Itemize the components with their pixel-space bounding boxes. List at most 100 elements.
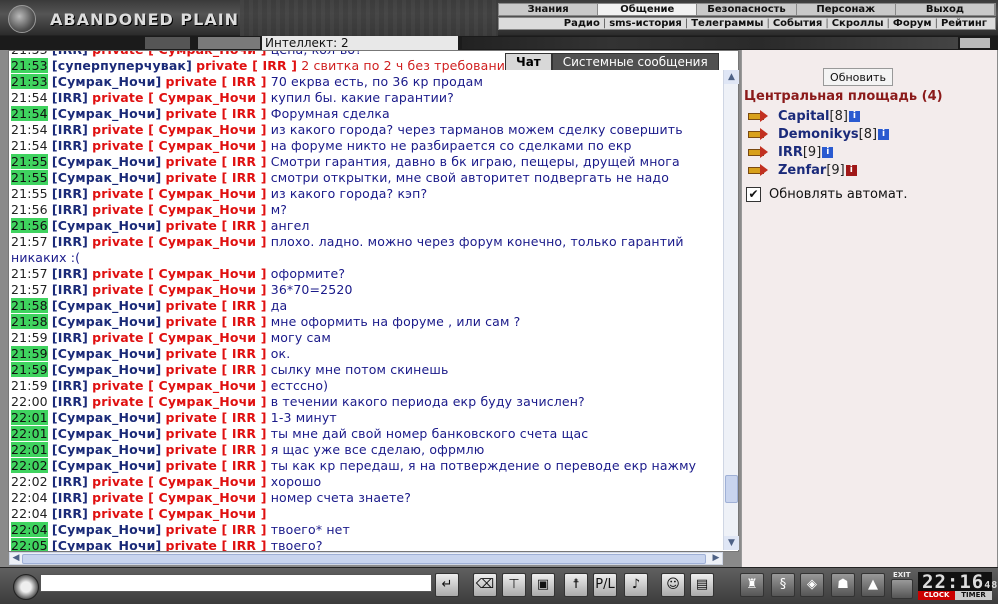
sub-menu-item[interactable]: Телеграммы: [691, 18, 763, 29]
main-menu-item[interactable]: Выход: [896, 4, 996, 15]
sender-nick[interactable]: [Сумрак_Ночи]: [52, 74, 161, 89]
scroll-down-arrow-icon[interactable]: ▼: [724, 536, 739, 550]
main-menu-item[interactable]: Безопасность: [697, 4, 797, 15]
sender-nick[interactable]: [IRR]: [52, 282, 88, 297]
private-message-arrow-icon[interactable]: [746, 127, 770, 141]
user-list-item[interactable]: IRR [9] i: [746, 144, 834, 160]
private-target[interactable]: private [ Сумрак_Ночи ]: [92, 186, 266, 201]
user-list-item[interactable]: Capital [8] i: [746, 108, 860, 124]
sender-nick[interactable]: [Сумрак_Ночи]: [52, 442, 161, 457]
private-target[interactable]: private [ Сумрак_Ночи ]: [92, 266, 266, 281]
timer-tab[interactable]: TIMER: [955, 591, 992, 600]
sub-menu-item[interactable]: Рейтинг: [941, 18, 987, 29]
private-target[interactable]: private [ IRR ]: [165, 314, 266, 329]
private-target[interactable]: private [ Сумрак_Ночи ]: [92, 474, 266, 489]
figure-icon[interactable]: ☨: [564, 573, 588, 597]
tab-chat[interactable]: Чат: [505, 53, 552, 70]
main-menu-item[interactable]: Знания: [499, 4, 599, 15]
sub-menu-item[interactable]: Радио: [564, 18, 600, 29]
sender-nick[interactable]: [суперпуперчувак]: [52, 58, 192, 73]
sender-nick[interactable]: [IRR]: [52, 474, 88, 489]
user-info-icon[interactable]: i: [822, 146, 834, 158]
private-target[interactable]: private [ Сумрак_Ночи ]: [92, 138, 266, 153]
private-target[interactable]: private [ IRR ]: [165, 298, 266, 313]
sender-nick[interactable]: [Сумрак_Ночи]: [52, 218, 161, 233]
scroll-left-arrow-icon[interactable]: ◀: [10, 553, 22, 564]
sender-nick[interactable]: [Сумрак_Ночи]: [52, 314, 161, 329]
private-target[interactable]: private [ Сумрак_Ночи ]: [92, 202, 266, 217]
private-target[interactable]: private [ IRR ]: [165, 154, 266, 169]
sender-nick[interactable]: [IRR]: [52, 51, 88, 57]
private-target[interactable]: private [ Сумрак_Ночи ]: [92, 506, 266, 521]
sender-nick[interactable]: [Сумрак_Ночи]: [52, 170, 161, 185]
private-target[interactable]: private [ IRR ]: [165, 170, 266, 185]
user-name[interactable]: IRR: [778, 145, 803, 160]
sender-nick[interactable]: [IRR]: [52, 506, 88, 521]
filter-icon[interactable]: ⊤: [502, 573, 526, 597]
auto-update-option[interactable]: ✔ Обновлять автомат.: [746, 187, 908, 202]
speaker-icon[interactable]: ▤: [690, 573, 714, 597]
exit-door-icon[interactable]: [891, 579, 913, 599]
sender-nick[interactable]: [IRR]: [52, 234, 88, 249]
sub-menu-item[interactable]: Скроллы: [832, 18, 884, 29]
private-target[interactable]: private [ IRR ]: [165, 426, 266, 441]
private-target[interactable]: private [ IRR ]: [165, 442, 266, 457]
user-list-item[interactable]: Demonikys [8] i: [746, 126, 890, 142]
chat-vertical-scrollbar[interactable]: ▲ ▼: [723, 70, 739, 550]
send-icon[interactable]: ↵: [435, 573, 459, 597]
user-info-icon[interactable]: i: [878, 128, 890, 140]
sender-nick[interactable]: [Сумрак_Ночи]: [52, 298, 161, 313]
sender-nick[interactable]: [Сумрак_Ночи]: [52, 538, 161, 551]
sender-nick[interactable]: [Сумрак_Ночи]: [52, 154, 161, 169]
sender-nick[interactable]: [IRR]: [52, 266, 88, 281]
private-target[interactable]: private [ Сумрак_Ночи ]: [92, 378, 266, 393]
sender-nick[interactable]: [Сумрак_Ночи]: [52, 410, 161, 425]
clock-tab[interactable]: CLOCK: [918, 591, 955, 600]
user-info-icon[interactable]: i: [848, 110, 860, 122]
chat-horizontal-scrollbar[interactable]: ◀ ▶: [9, 552, 723, 565]
private-target[interactable]: private [ Сумрак_Ночи ]: [92, 330, 266, 345]
private-target[interactable]: private [ IRR ]: [165, 106, 266, 121]
scrollbar-thumb[interactable]: [22, 554, 706, 564]
user-name[interactable]: Zenfar: [778, 163, 826, 178]
sender-nick[interactable]: [IRR]: [52, 186, 88, 201]
main-menu-item[interactable]: Персонаж: [797, 4, 896, 15]
main-menu-item[interactable]: Общение: [598, 4, 698, 15]
private-target[interactable]: private [ Сумрак_Ночи ]: [92, 90, 266, 105]
lock-icon[interactable]: ▲: [861, 573, 885, 597]
scroll-up-arrow-icon[interactable]: ▲: [724, 70, 739, 84]
helmet-icon[interactable]: ☗: [831, 573, 855, 597]
private-message-arrow-icon[interactable]: [746, 163, 770, 177]
private-target[interactable]: private [ IRR ]: [165, 458, 266, 473]
private-target[interactable]: private [ IRR ]: [165, 538, 266, 551]
sender-nick[interactable]: [Сумрак_Ночи]: [52, 522, 161, 537]
user-info-icon[interactable]: i: [845, 164, 857, 176]
private-target[interactable]: private [ IRR ]: [165, 346, 266, 361]
sender-nick[interactable]: [IRR]: [52, 202, 88, 217]
bag-icon[interactable]: ♜: [740, 573, 764, 597]
scroll-right-arrow-icon[interactable]: ▶: [710, 553, 722, 564]
sender-nick[interactable]: [IRR]: [52, 330, 88, 345]
sender-nick[interactable]: [IRR]: [52, 122, 88, 137]
sender-nick[interactable]: [IRR]: [52, 138, 88, 153]
translit-icon[interactable]: Р/L: [593, 573, 617, 597]
scrollbar-thumb[interactable]: [725, 475, 738, 503]
save-icon[interactable]: ▣: [531, 573, 555, 597]
sub-menu-item[interactable]: События: [773, 18, 822, 29]
sender-nick[interactable]: [Сумрак_Ночи]: [52, 362, 161, 377]
sound-icon[interactable]: ♪: [624, 573, 648, 597]
private-message-arrow-icon[interactable]: [746, 145, 770, 159]
map-icon[interactable]: ◈: [800, 573, 824, 597]
scroll-icon[interactable]: §: [771, 573, 795, 597]
user-list-item[interactable]: Zenfar [9] i: [746, 162, 857, 178]
sender-nick[interactable]: [IRR]: [52, 394, 88, 409]
private-target[interactable]: private [ IRR ]: [196, 58, 297, 73]
user-name[interactable]: Demonikys: [778, 127, 859, 142]
private-target[interactable]: private [ IRR ]: [165, 410, 266, 425]
sender-nick[interactable]: [Сумрак_Ночи]: [52, 346, 161, 361]
sender-nick[interactable]: [IRR]: [52, 90, 88, 105]
private-target[interactable]: private [ IRR ]: [165, 74, 266, 89]
sub-menu-item[interactable]: Форум: [893, 18, 932, 29]
private-target[interactable]: private [ IRR ]: [165, 362, 266, 377]
private-message-arrow-icon[interactable]: [746, 109, 770, 123]
